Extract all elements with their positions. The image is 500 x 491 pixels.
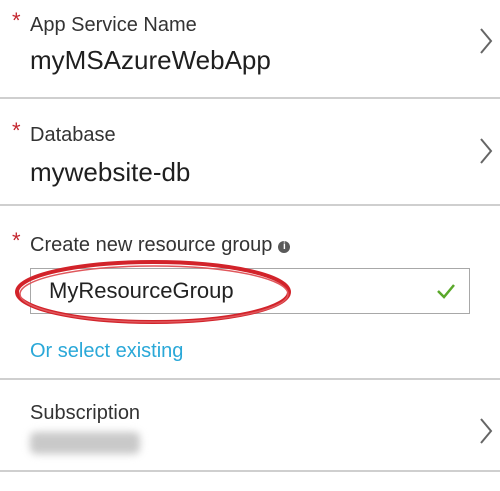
resource-group-label: Create new resource group i [30,234,291,256]
subscription-row[interactable]: Subscription [0,380,500,470]
database-label: Database [30,124,116,146]
select-existing-link[interactable]: Or select existing [30,340,183,362]
chevron-right-icon [480,138,493,164]
database-row[interactable]: * Database mywebsite-db [0,100,500,204]
required-asterisk: * [12,8,21,33]
resource-form-panel: * App Service Name myMSAzureWebApp * Dat… [0,0,500,491]
blurred-subscription-value [30,432,140,454]
app-service-value: myMSAzureWebApp [30,45,271,75]
required-asterisk: * [12,228,21,253]
required-asterisk: * [12,118,21,143]
highlight-oval [15,260,291,324]
checkmark-icon [437,284,455,299]
divider [0,204,500,206]
info-icon[interactable]: i [278,241,291,253]
divider [0,470,500,472]
divider [0,97,500,99]
app-service-row[interactable]: * App Service Name myMSAzureWebApp [0,0,500,98]
subscription-label: Subscription [30,402,141,424]
chevron-right-icon [480,28,493,54]
chevron-right-icon [480,418,493,444]
resource-group-label-text: Create new resource group [30,234,273,256]
database-value: mywebsite-db [30,157,191,187]
app-service-label: App Service Name [30,14,197,36]
